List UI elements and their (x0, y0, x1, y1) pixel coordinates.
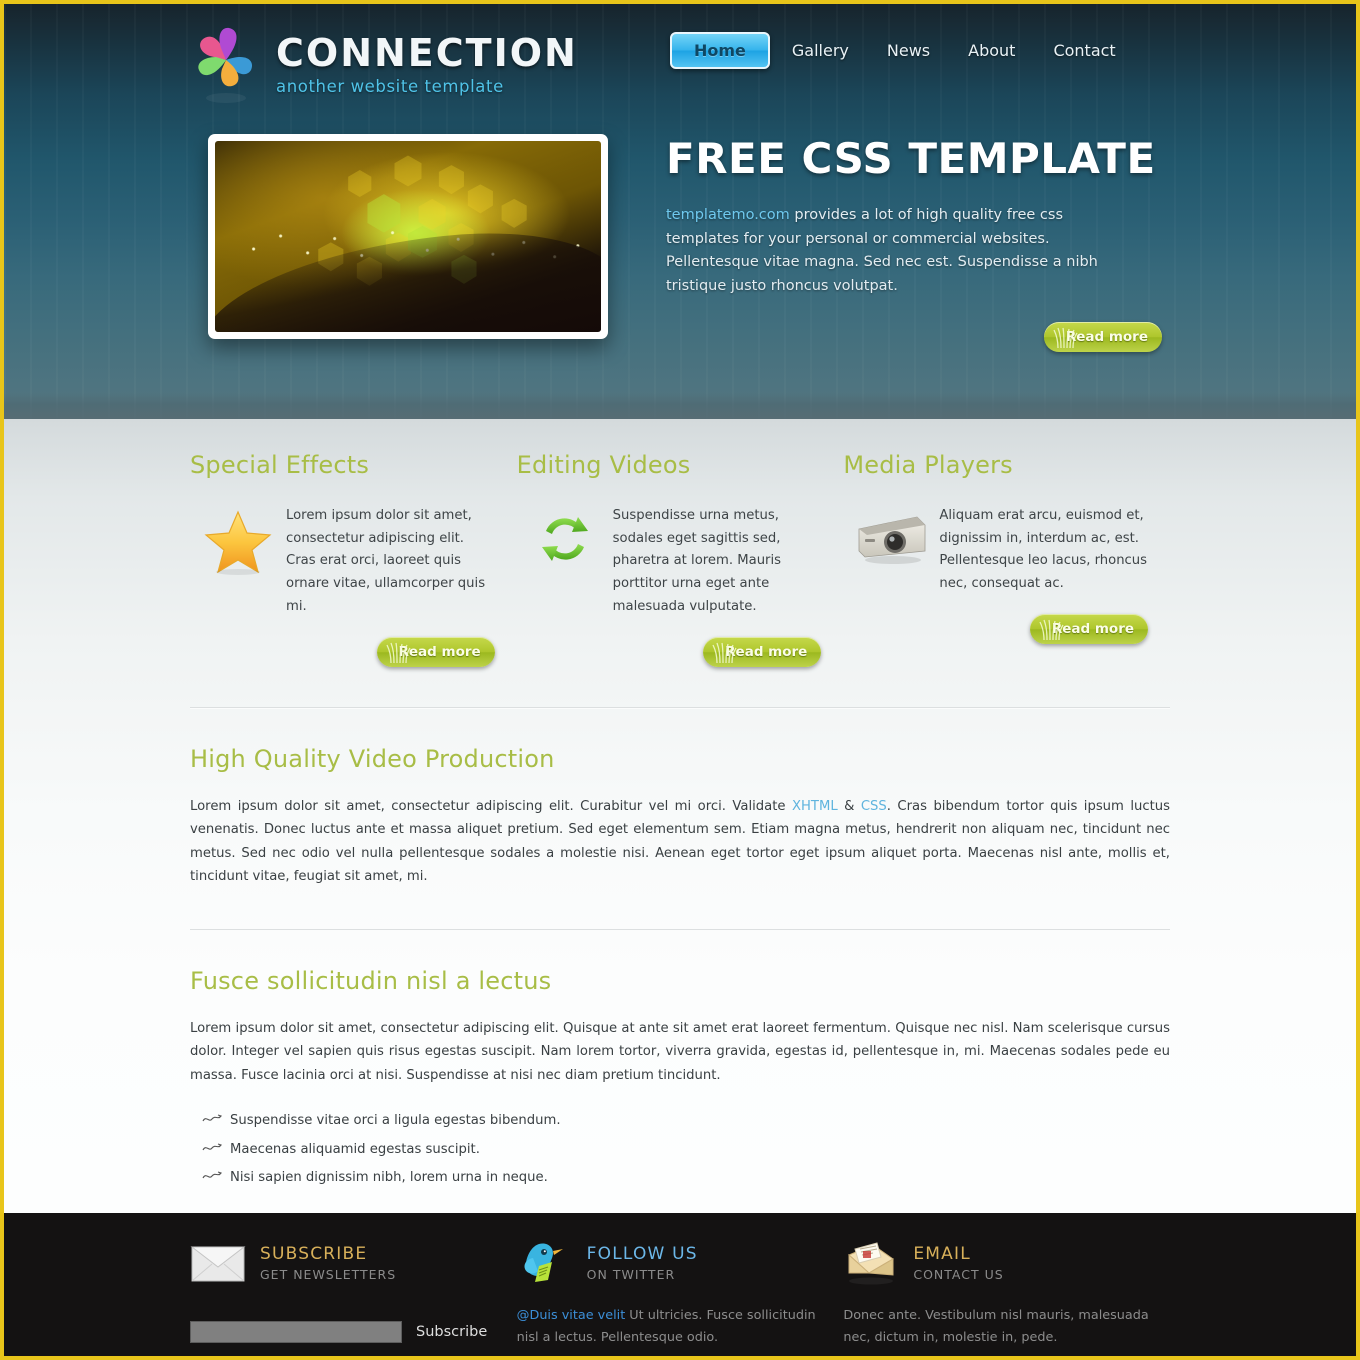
browser-page-frame: CONNECTION another website template Home… (0, 0, 1360, 1360)
feature-read-more-button[interactable]: Read more (1030, 613, 1149, 644)
feature-text: Suspendisse urna metus, sodales eget sag… (612, 508, 782, 614)
hero-image-frame (208, 134, 608, 339)
grass-icon (1053, 327, 1078, 349)
list-item: Nisi sapien dignissim nibh, lorem urna i… (190, 1164, 1170, 1193)
section-divider (190, 928, 1170, 931)
nav-item-news[interactable]: News (871, 32, 946, 69)
section-paragraph: Lorem ipsum dolor sit amet, consectetur … (190, 1020, 1170, 1083)
hero-banner: CONNECTION another website template Home… (4, 4, 1356, 419)
nav-item-gallery[interactable]: Gallery (776, 32, 865, 69)
grass-icon (386, 642, 411, 663)
site-logo[interactable]: CONNECTION another website template (190, 26, 660, 104)
projector-icon (843, 505, 939, 596)
feature-title: Special Effects (190, 451, 370, 479)
header-bar: CONNECTION another website template Home… (190, 4, 1170, 104)
logo-text: CONNECTION another website template (276, 30, 578, 97)
star-icon (190, 505, 286, 619)
twitter-bird-icon (517, 1238, 573, 1288)
twitter-handle-link[interactable]: @Duis vitae velit (517, 1308, 626, 1323)
section-title: High Quality Video Production (190, 744, 555, 773)
open-mail-icon (843, 1239, 899, 1287)
section-title: Fusce sollicitudin nisl a lectus (190, 966, 552, 995)
feature-read-more-button[interactable]: Read more (376, 636, 495, 667)
list-item-label: Nisi sapien dignissim nibh, lorem urna i… (230, 1170, 548, 1186)
nav-item-about[interactable]: About (952, 32, 1031, 69)
email-description: Donec ante. Vestibulum nisl mauris, male… (843, 1307, 1149, 1345)
xhtml-link[interactable]: XHTML (792, 799, 838, 814)
footer-twitter-column: FOLLOW US ON TWITTER @Duis vitae velit U… (517, 1231, 844, 1356)
list-item-label: Suspendisse vitae orci a ligula egestas … (230, 1113, 561, 1129)
section-text-amp: & (837, 798, 861, 814)
css-link[interactable]: CSS (861, 799, 887, 814)
pinwheel-logo-icon (190, 26, 262, 104)
subscribe-title: SUBSCRIBE (260, 1243, 368, 1264)
section-fusce: Fusce sollicitudin nisl a lectus Lorem i… (190, 967, 1170, 1193)
feature-text: Lorem ipsum dolor sit amet, consectetur … (286, 508, 486, 614)
templatemo-link[interactable]: templatemo.com (666, 207, 790, 223)
twitter-title: FOLLOW US (586, 1243, 698, 1264)
subscribe-button[interactable]: Subscribe (416, 1324, 487, 1340)
feature-title: Media Players (843, 451, 1013, 479)
tweet-item: @Duis vitae velit Ut ultricies. Fusce so… (517, 1305, 826, 1349)
feature-read-more-button[interactable]: Read more (703, 636, 822, 667)
footer-subscribe-column: SUBSCRIBE GET NEWSLETTERS Subscribe (190, 1231, 517, 1356)
section-paragraph: Lorem ipsum dolor sit amet, consectetur … (190, 795, 1170, 889)
main-navigation: Home Gallery News About Contact (670, 26, 1132, 69)
feature-column: Media Players Aliquam erat arcu, euismod… (843, 451, 1170, 667)
feature-column: Special Effects Lorem ipsum dolor sit am… (190, 451, 517, 667)
nav-item-contact[interactable]: Contact (1037, 32, 1131, 69)
twitter-subtitle: ON TWITTER (586, 1266, 676, 1282)
feature-title: Editing Videos (516, 451, 691, 479)
email-title: EMAIL (913, 1243, 971, 1264)
bullet-list: Suspendisse vitae orci a ligula egestas … (190, 1107, 1170, 1193)
grass-icon (1039, 619, 1064, 640)
section-text-a: Lorem ipsum dolor sit amet, consectetur … (190, 798, 792, 814)
page-inner: CONNECTION another website template Home… (4, 4, 1356, 1356)
list-item-label: Maecenas aliquamid egestas suscipit. (230, 1141, 480, 1157)
feature-text: Aliquam erat arcu, euismod et, dignissim… (939, 508, 1148, 592)
footer-email-column: EMAIL CONTACT US Donec ante. Vestibulum … (843, 1231, 1170, 1356)
subscribe-subtitle: GET NEWSLETTERS (260, 1266, 397, 1282)
refresh-cycle-icon (517, 505, 613, 619)
hero-image (215, 141, 601, 332)
envelope-icon (190, 1243, 246, 1283)
main-content: Special Effects Lorem ipsum dolor sit am… (4, 419, 1356, 1213)
nav-item-home[interactable]: Home (670, 32, 770, 69)
section-divider (190, 706, 1170, 709)
wave-bullet-icon (202, 1142, 222, 1150)
hero-body: FREE CSS TEMPLATE templatemo.com provide… (190, 134, 1170, 353)
site-tagline: another website template (276, 77, 504, 97)
site-footer: SUBSCRIBE GET NEWSLETTERS Subscribe FOLL… (4, 1212, 1356, 1356)
grass-icon (712, 642, 737, 663)
wave-bullet-icon (202, 1171, 222, 1179)
hero-text-block: FREE CSS TEMPLATE templatemo.com provide… (608, 134, 1170, 353)
list-item: Suspendisse vitae orci a ligula egestas … (190, 1107, 1170, 1136)
hero-heading: FREE CSS TEMPLATE (666, 134, 1156, 183)
feature-columns: Special Effects Lorem ipsum dolor sit am… (190, 451, 1170, 667)
section-video-production: High Quality Video Production Lorem ipsu… (190, 745, 1170, 889)
list-item: Maecenas aliquamid egestas suscipit. (190, 1136, 1170, 1165)
hero-paragraph: templatemo.com provides a lot of high qu… (666, 204, 1106, 298)
email-subtitle: CONTACT US (913, 1266, 1004, 1282)
site-name: CONNECTION (276, 30, 578, 75)
feature-column: Editing Videos Suspendisse urna metus, s… (517, 451, 844, 667)
wave-bullet-icon (202, 1114, 222, 1122)
hero-read-more-button[interactable]: Read more (1044, 322, 1162, 353)
subscribe-input[interactable] (190, 1320, 402, 1343)
